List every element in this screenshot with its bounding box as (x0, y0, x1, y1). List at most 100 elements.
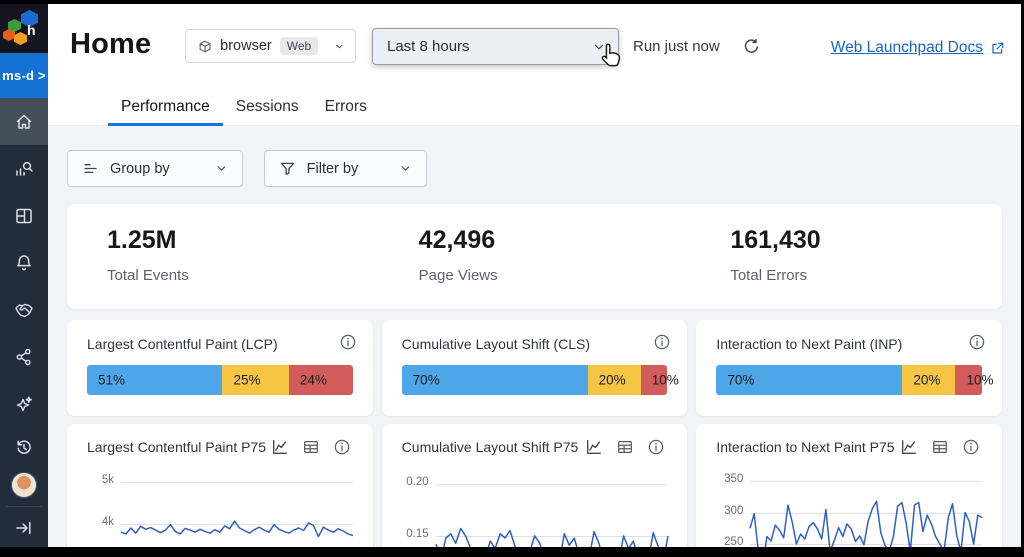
line-chart-icon[interactable] (900, 438, 918, 456)
mouse-cursor (598, 42, 625, 69)
group-by-icon (82, 160, 99, 177)
info-icon[interactable] (653, 333, 671, 356)
sidebar-item-dashboards[interactable] (0, 192, 48, 239)
content-area: Group by Filter by 1.25M Total Events (48, 126, 1021, 547)
sidebar: h ms-d > (0, 4, 48, 547)
stacked-bar: 70% 20% 10% (402, 365, 668, 395)
app-window: h ms-d > (0, 4, 1021, 547)
info-icon[interactable] (333, 438, 351, 456)
card-title: Largest Contentful Paint (LCP) (87, 336, 353, 352)
letterbox-bottom (0, 547, 1024, 557)
run-status-row: Run just now (633, 37, 761, 56)
card-title: Cumulative Layout Shift P75 (402, 439, 579, 455)
line-chart-icon[interactable] (271, 438, 289, 456)
chart-line (121, 473, 353, 547)
filter-funnel-icon (279, 160, 296, 177)
table-icon[interactable] (302, 438, 320, 456)
refresh-icon[interactable] (742, 37, 761, 56)
chart-actions (585, 438, 667, 456)
stacked-bar: 51%25% 24% (87, 365, 353, 395)
tab-errors[interactable]: Errors (312, 88, 380, 125)
group-by-button[interactable]: Group by (67, 150, 243, 187)
info-icon[interactable] (647, 438, 665, 456)
cls-p75-card: Cumulative Layout Shift P75 0.200.15 (382, 424, 688, 547)
table-icon[interactable] (616, 438, 634, 456)
table-icon[interactable] (931, 438, 949, 456)
vital-segment: 70% (402, 365, 588, 395)
tab-performance[interactable]: Performance (108, 88, 223, 125)
y-tick-label: 300 (724, 505, 743, 517)
timeframe-dropdown[interactable]: Last 8 hours (372, 28, 619, 65)
card-title: Cumulative Layout Shift (CLS) (402, 336, 668, 352)
vital-segment: 51% (87, 365, 222, 395)
y-tick-label: 0.15 (406, 528, 428, 540)
stat-label: Total Errors (730, 267, 1002, 284)
line-chart: 5k4k (121, 473, 353, 547)
y-tick-label: 0.20 (406, 476, 428, 488)
group-by-label: Group by (110, 161, 170, 177)
chevron-down-icon (215, 162, 228, 175)
home-icon (14, 112, 34, 132)
info-icon[interactable] (968, 333, 986, 356)
stat-label: Total Events (107, 267, 379, 284)
line-chart: 0.200.15 (436, 473, 668, 547)
sidebar-item-profile[interactable] (0, 466, 48, 504)
p75-charts-row: Largest Contentful Paint P75 5k4k Cumula… (67, 424, 1002, 547)
vital-segment: 24% (289, 365, 353, 395)
sidebar-item-notifications[interactable] (0, 240, 48, 287)
filter-toolbar: Group by Filter by (67, 150, 1002, 187)
vital-segment: 20% (902, 365, 955, 395)
tab-bar: Performance Sessions Errors (48, 88, 1021, 126)
inp-p75-card: Interaction to Next Paint P75 350300250 (696, 424, 1002, 547)
share-network-icon (14, 347, 34, 367)
docs-link[interactable]: Web Launchpad Docs (831, 39, 1005, 57)
sidebar-item-collaboration[interactable] (0, 287, 48, 334)
chart-actions (900, 438, 982, 456)
info-icon[interactable] (339, 333, 357, 356)
sidebar-item-integrations[interactable] (0, 334, 48, 381)
app-selector-dropdown[interactable]: browser Web (185, 29, 356, 63)
sidebar-expand-button[interactable] (0, 509, 48, 547)
vital-segment: 70% (716, 365, 902, 395)
lcp-card: Largest Contentful Paint (LCP) 51%25% 24% (67, 320, 373, 416)
vital-segment: 25% (222, 365, 288, 395)
vital-segment: 20% (588, 365, 641, 395)
sidebar-item-metrics[interactable] (0, 145, 48, 192)
filter-by-button[interactable]: Filter by (264, 150, 428, 187)
run-status-label: Run just now (633, 38, 720, 55)
tab-sessions[interactable]: Sessions (223, 88, 312, 125)
workspace-switcher[interactable]: ms-d > (0, 53, 48, 98)
history-icon (14, 437, 34, 457)
y-tick-label: 250 (724, 536, 743, 547)
info-icon[interactable] (962, 438, 980, 456)
chart-actions (271, 438, 353, 456)
vital-segment-label: 20% (599, 373, 626, 388)
summary-stats-card: 1.25M Total Events 42,496 Page Views 161… (67, 204, 1002, 309)
vital-segment-label: 10% (652, 373, 679, 388)
vital-segment-label: 24% (300, 373, 327, 388)
sidebar-bottom (0, 428, 48, 547)
user-avatar (11, 472, 37, 498)
docs-link-label: Web Launchpad Docs (831, 39, 983, 57)
bell-icon (14, 253, 34, 273)
y-tick-label: 4k (102, 516, 114, 528)
vital-segment: 10% (641, 365, 668, 395)
main-area: Home browser Web Last 8 hours Run just n… (48, 4, 1021, 547)
sidebar-item-ai[interactable] (0, 381, 48, 428)
sidebar-divider (6, 506, 42, 507)
sidebar-item-history[interactable] (0, 428, 48, 466)
lcp-p75-card: Largest Contentful Paint P75 5k4k (67, 424, 373, 547)
stat-label: Page Views (419, 267, 691, 284)
page-title: Home (70, 28, 151, 61)
sidebar-item-home[interactable] (0, 98, 48, 145)
chart-search-icon (14, 159, 34, 179)
chart-line (750, 473, 982, 547)
line-chart-icon[interactable] (585, 438, 603, 456)
chevron-down-icon (334, 40, 345, 53)
logo-letter: h (27, 22, 36, 38)
letterbox-top (0, 0, 1024, 4)
screenshot-stage: h ms-d > (0, 0, 1024, 557)
app-logo[interactable]: h (0, 4, 48, 53)
vital-segment-label: 20% (913, 373, 940, 388)
expand-sidebar-icon (14, 518, 34, 538)
